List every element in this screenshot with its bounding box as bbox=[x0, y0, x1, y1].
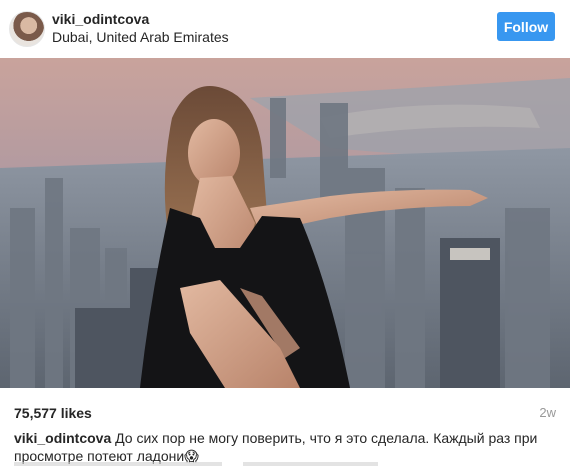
rooftop-photo-image bbox=[0, 58, 570, 388]
post-time[interactable]: 2w bbox=[539, 405, 556, 420]
caption-username[interactable]: viki_odintcova bbox=[14, 430, 111, 446]
post-username[interactable]: viki_odintcova bbox=[52, 11, 149, 27]
likes-count[interactable]: 75,577 likes bbox=[14, 405, 92, 421]
post-caption: viki_odintcova До сих пор не могу повери… bbox=[14, 429, 560, 465]
post-header: viki_odintcova Dubai, United Arab Emirat… bbox=[0, 0, 570, 58]
avatar[interactable] bbox=[9, 11, 45, 47]
follow-button[interactable]: Follow bbox=[497, 12, 555, 41]
next-caption-line-cropped bbox=[14, 462, 534, 466]
post-photo[interactable] bbox=[0, 58, 570, 388]
post-location[interactable]: Dubai, United Arab Emirates bbox=[52, 29, 229, 45]
